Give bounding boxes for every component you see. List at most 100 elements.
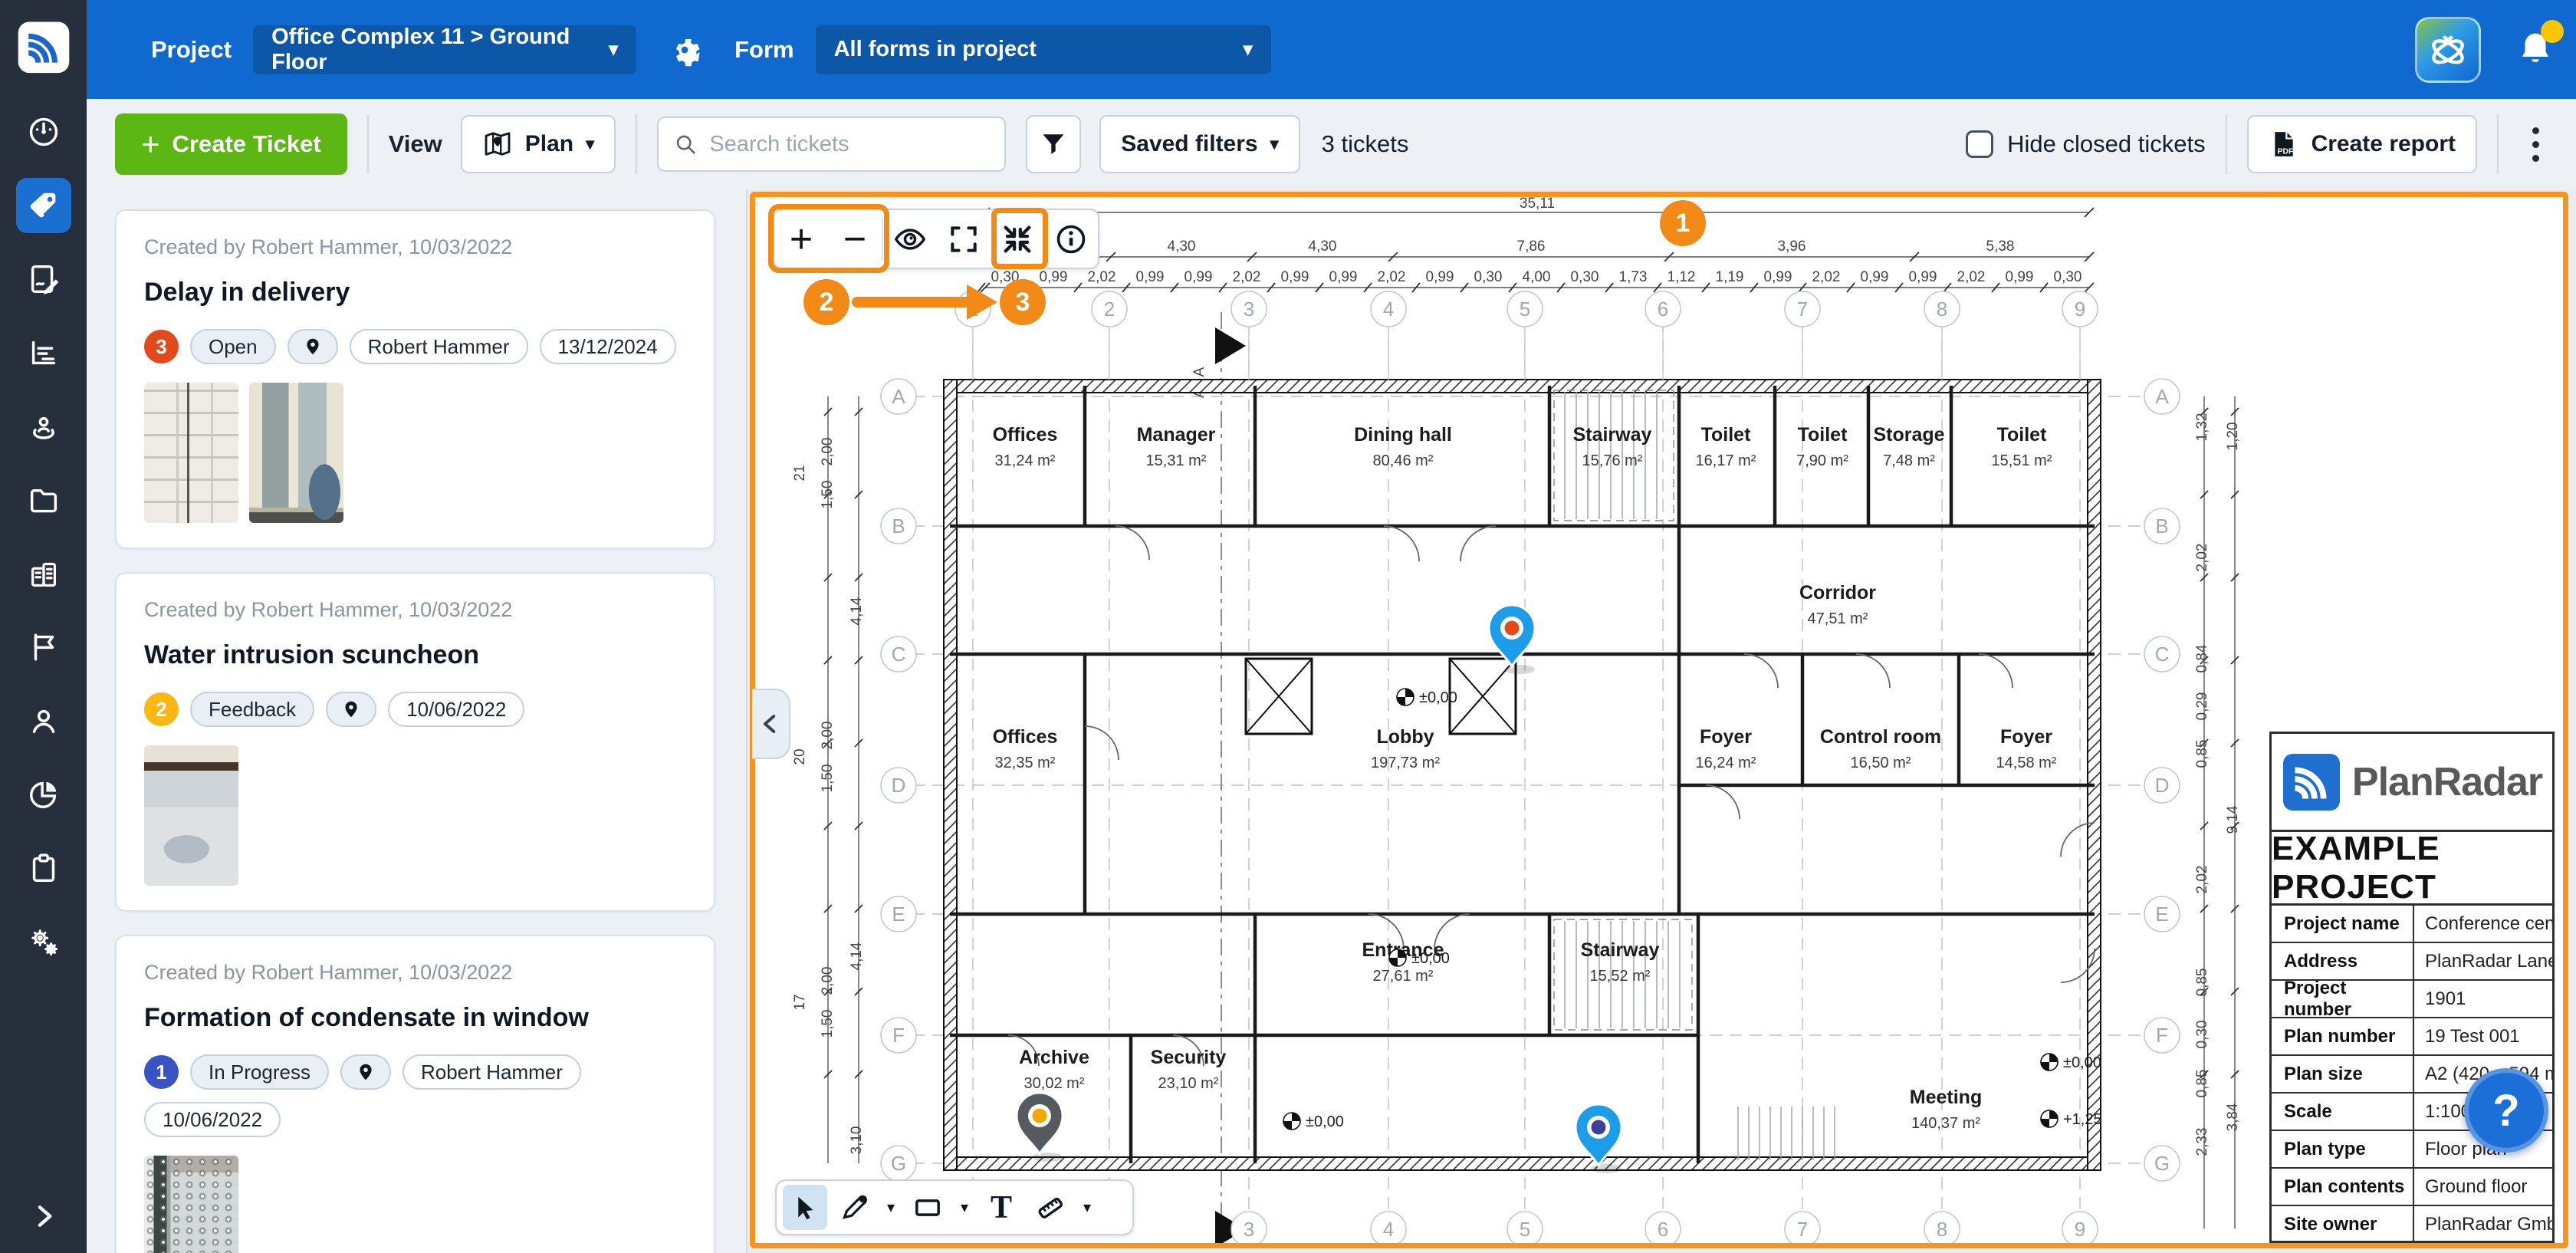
svg-text:2,02: 2,02 [2194, 544, 2210, 572]
svg-text:B: B [892, 515, 905, 538]
svg-text:0,30: 0,30 [2054, 269, 2082, 285]
svg-text:G: G [2154, 1152, 2170, 1175]
sidebar-item-documents[interactable] [16, 472, 71, 528]
ticket-photo-brick-wall-crack[interactable] [144, 383, 238, 523]
ticket-photo-window-condensation[interactable] [144, 1156, 238, 1253]
svg-text:1,19: 1,19 [1716, 269, 1744, 285]
form-label: Form [734, 36, 794, 64]
pen-icon [839, 1192, 869, 1223]
sidebar-expand-button[interactable] [0, 1201, 87, 1232]
planradar-brand-text: PlanRadar [2352, 759, 2542, 805]
filter-button[interactable] [1026, 115, 1081, 173]
sidebar-item-tasks[interactable] [16, 840, 71, 896]
level-marker: ±0,00 [1397, 689, 1457, 706]
help-button[interactable]: ? [2464, 1068, 2548, 1153]
create-report-button[interactable]: PDF Create report [2247, 115, 2477, 173]
svg-text:30,02 m²: 30,02 m² [1024, 1075, 1085, 1092]
funnel-icon [1040, 130, 1067, 158]
hide-closed-checkbox[interactable] [1966, 130, 1993, 158]
sidebar-item-site-presence[interactable] [16, 399, 71, 454]
info-icon [1053, 222, 1089, 257]
svg-text:2: 2 [1104, 298, 1115, 321]
level-marker: ±0,00 [1283, 1113, 1344, 1130]
project-dropdown[interactable]: Office Complex 11 > Ground Floor ▾ [253, 25, 636, 74]
sidebar-item-forms[interactable] [16, 252, 71, 307]
ticket-card[interactable]: Created by Robert Hammer, 10/03/2022 Del… [115, 209, 715, 549]
zoom-in-button[interactable]: + [774, 210, 828, 268]
location-pin-badge[interactable] [288, 329, 338, 364]
svg-text:4,30: 4,30 [1168, 238, 1196, 255]
search-input[interactable] [709, 132, 989, 157]
ticket-photo-window-sill-puddle[interactable] [144, 745, 238, 886]
titleblock-project-title: EXAMPLE PROJECT [2272, 832, 2552, 906]
ticket-photo-office-window[interactable] [249, 383, 343, 523]
svg-text:14,58 m²: 14,58 m² [1996, 755, 2057, 771]
pen-tool-dropdown[interactable]: ▾ [881, 1198, 901, 1217]
sidebar-item-analytics[interactable] [16, 767, 71, 822]
rectangle-tool[interactable] [905, 1185, 950, 1230]
svg-text:D: D [2155, 774, 2170, 797]
collapse-panel-tab[interactable] [752, 689, 790, 759]
chevron-down-icon: ▾ [1244, 38, 1253, 61]
svg-text:Lobby: Lobby [1377, 726, 1434, 748]
app-switcher-icon[interactable] [2415, 17, 2481, 83]
svg-text:0,85: 0,85 [2194, 1070, 2210, 1098]
more-options-kebab-icon[interactable] [2518, 120, 2553, 169]
room-label: Security23,10 m² [1151, 1047, 1227, 1092]
search-box [657, 117, 1006, 172]
svg-text:0,30: 0,30 [2194, 1021, 2210, 1049]
pen-tool[interactable] [832, 1185, 876, 1230]
svg-text:8: 8 [1937, 298, 1947, 321]
measure-tool[interactable] [1028, 1185, 1073, 1230]
svg-text:Toilet: Toilet [1701, 424, 1751, 446]
svg-text:D: D [892, 774, 906, 797]
ticket-map-pin[interactable] [1017, 1093, 1063, 1162]
sidebar-item-settings[interactable] [16, 914, 71, 969]
view-plan-dropdown[interactable]: Plan ▾ [461, 115, 616, 173]
sidebar-item-tickets[interactable] [16, 178, 71, 233]
measure-tool-dropdown[interactable]: ▾ [1077, 1198, 1097, 1217]
svg-text:15,31 m²: 15,31 m² [1146, 452, 1207, 469]
svg-text:2,02: 2,02 [1812, 269, 1841, 285]
fullscreen-icon [947, 222, 981, 256]
room-label: Offices31,24 m² [993, 424, 1058, 469]
plan-viewport[interactable]: A - A [750, 192, 2568, 1248]
sidebar-item-flags[interactable] [16, 620, 71, 675]
project-settings-gear-icon[interactable] [665, 31, 704, 69]
svg-text:2,00: 2,00 [820, 438, 836, 466]
ticket-title: Delay in delivery [144, 278, 686, 307]
svg-text:Control room: Control room [1820, 726, 1941, 748]
room-label: Archive30,02 m² [1019, 1047, 1089, 1092]
svg-text:F: F [2156, 1024, 2168, 1047]
location-pin-badge[interactable] [326, 692, 376, 727]
ticket-card[interactable]: Created by Robert Hammer, 10/03/2022 For… [115, 935, 715, 1253]
ticket-map-pin[interactable] [1489, 605, 1535, 674]
svg-text:4,30: 4,30 [1309, 238, 1337, 255]
sidebar-item-users[interactable] [16, 693, 71, 748]
plan-info-button[interactable] [1044, 210, 1098, 268]
saved-filters-dropdown[interactable]: Saved filters ▾ [1099, 115, 1300, 173]
create-ticket-button[interactable]: + Create Ticket [115, 113, 347, 175]
svg-text:1,50: 1,50 [820, 765, 836, 793]
svg-text:0,99: 0,99 [1136, 269, 1165, 285]
planradar-logo-icon[interactable] [16, 18, 71, 77]
sidebar-item-statistics[interactable] [16, 325, 71, 380]
visibility-eye-button[interactable] [883, 210, 937, 268]
sidebar-item-dashboard[interactable] [16, 104, 71, 160]
select-cursor-tool[interactable] [783, 1185, 827, 1230]
form-dropdown[interactable]: All forms in project ▾ [816, 25, 1271, 74]
sidebar [0, 0, 87, 1253]
chevron-down-icon: ▾ [1270, 134, 1279, 154]
fit-to-screen-button[interactable] [991, 210, 1044, 268]
svg-text:4,14: 4,14 [849, 942, 865, 970]
fullscreen-button[interactable] [937, 210, 991, 268]
svg-text:4: 4 [1383, 1218, 1394, 1241]
sidebar-item-company[interactable] [16, 546, 71, 601]
rectangle-tool-dropdown[interactable]: ▾ [955, 1198, 974, 1217]
zoom-out-button[interactable]: − [828, 210, 882, 268]
ticket-card[interactable]: Created by Robert Hammer, 10/03/2022 Wat… [115, 572, 715, 912]
status-badge: In Progress [190, 1054, 329, 1090]
location-pin-badge[interactable] [340, 1054, 391, 1090]
notifications-bell-icon[interactable] [2515, 29, 2556, 71]
text-tool[interactable]: T [979, 1185, 1024, 1230]
